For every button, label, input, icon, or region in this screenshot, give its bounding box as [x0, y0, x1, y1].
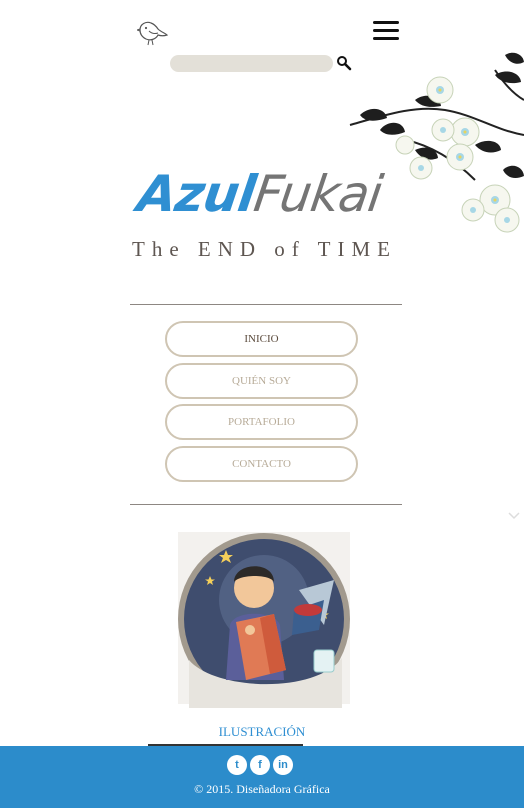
main-nav: INICIO QUIÉN SOY PORTAFOLIO CONTACTO — [165, 321, 358, 487]
search-input[interactable] — [170, 55, 333, 72]
search-bar — [170, 55, 355, 72]
nav-item-quien-soy[interactable]: QUIÉN SOY — [165, 362, 358, 399]
menu-line — [373, 29, 399, 32]
copyright-text: © 2015. Diseñadora Gráfica — [194, 782, 330, 796]
divider-bottom — [130, 504, 402, 505]
logo-wordmark: AzulFukai — [134, 165, 386, 223]
chevron-down-icon[interactable] — [507, 511, 521, 521]
divider-top — [130, 304, 402, 305]
nav-item-inicio[interactable]: INICIO — [165, 321, 358, 357]
portfolio-category-label[interactable]: ILUSTRACIÓN — [0, 724, 524, 740]
twitter-icon[interactable]: t — [227, 755, 247, 775]
footer: t f in © 2015. Diseñadora Gráfica — [0, 746, 524, 808]
nav-item-contacto[interactable]: CONTACTO — [165, 445, 358, 482]
logo-fukai-text: Fukai — [250, 165, 386, 223]
hamburger-menu-icon[interactable] — [373, 21, 399, 41]
linkedin-icon[interactable]: in — [273, 755, 293, 775]
social-links: t f in — [227, 755, 293, 775]
logo-azul-text: Azul — [133, 165, 259, 223]
nav-item-portafolio[interactable]: PORTAFOLIO — [165, 404, 358, 440]
facebook-icon[interactable]: f — [250, 755, 270, 775]
bird-icon[interactable] — [137, 18, 169, 46]
menu-line — [373, 21, 399, 24]
illustration-thumbnail[interactable] — [174, 530, 354, 708]
logo-tagline: The END of TIME — [132, 237, 397, 261]
menu-line — [373, 37, 399, 40]
site-logo[interactable]: AzulFukai The END of TIME — [128, 165, 428, 270]
